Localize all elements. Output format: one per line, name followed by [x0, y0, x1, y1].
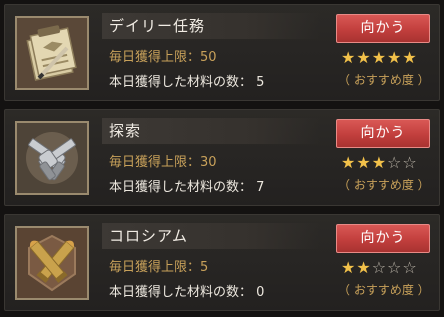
star-filled-icon: ★: [341, 258, 357, 277]
recommend-label: （ おすすめ度 ）: [338, 73, 430, 87]
go-button[interactable]: 向かう: [336, 14, 430, 43]
star-empty-icon: ☆: [402, 153, 418, 172]
daily-limit-text: 毎日獲得上限：5: [109, 260, 209, 275]
star-filled-icon: ★: [356, 48, 372, 67]
daily-limit-text: 毎日獲得上限：50: [109, 50, 217, 65]
mission-card-daily: デイリー任務 毎日獲得上限：50 本日獲得した材料の数： 5 向かう ★★★★★…: [4, 4, 440, 101]
obtained-count-text: 本日獲得した材料の数： 7: [109, 180, 265, 195]
document-pen-icon: [15, 16, 89, 90]
star-filled-icon: ★: [356, 153, 372, 172]
daily-limit-text: 毎日獲得上限：30: [109, 155, 217, 170]
star-filled-icon: ★: [341, 48, 357, 67]
star-filled-icon: ★: [371, 48, 388, 67]
star-filled-icon: ★: [371, 153, 388, 172]
recommend-label: （ おすすめ度 ）: [338, 178, 430, 192]
mission-title: 探索: [109, 122, 142, 140]
star-filled-icon: ★: [341, 153, 357, 172]
star-empty-icon: ☆: [387, 258, 403, 277]
mission-card-explore: 探索 毎日獲得上限：30 本日獲得した材料の数： 7 向かう ★★★☆☆ （ お…: [4, 109, 440, 206]
recommend-stars: ★★☆☆☆: [341, 259, 427, 277]
star-empty-icon: ☆: [387, 153, 403, 172]
obtained-count-text: 本日獲得した材料の数： 5: [109, 75, 265, 90]
star-filled-icon: ★: [356, 258, 372, 277]
star-filled-icon: ★: [387, 48, 403, 67]
star-empty-icon: ☆: [402, 258, 418, 277]
recommend-label: （ おすすめ度 ）: [338, 283, 430, 297]
recommend-stars: ★★★★★: [341, 49, 427, 67]
recommend-stars: ★★★☆☆: [341, 154, 427, 172]
star-filled-icon: ★: [402, 48, 418, 67]
star-empty-icon: ☆: [371, 258, 388, 277]
mission-card-colosseum: コロシアム 毎日獲得上限：5 本日獲得した材料の数： 0 向かう ★★☆☆☆ （…: [4, 214, 440, 311]
crossed-bullets-icon: [15, 226, 89, 300]
go-button[interactable]: 向かう: [336, 224, 430, 253]
go-button[interactable]: 向かう: [336, 119, 430, 148]
mission-title: コロシアム: [109, 227, 188, 245]
mission-title: デイリー任務: [109, 17, 206, 35]
crossed-revolvers-icon: [15, 121, 89, 195]
obtained-count-text: 本日獲得した材料の数： 0: [109, 285, 265, 300]
